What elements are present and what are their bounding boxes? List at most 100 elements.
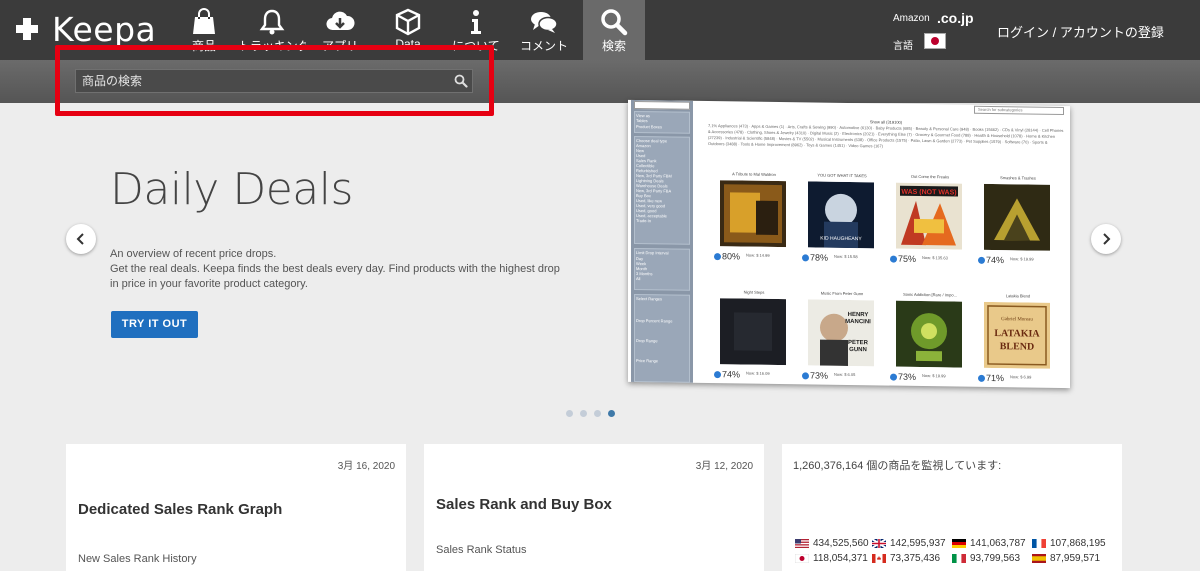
preview-side-text: Price Range bbox=[636, 358, 659, 364]
search-icon[interactable] bbox=[454, 74, 468, 88]
deal-title: YOU GOT WHAT IT TAKES bbox=[817, 172, 867, 179]
top-navigation-bar: Keepa 商品 トラッキング アプリ Data について コメント 検索 Am… bbox=[0, 0, 1200, 60]
preview-subcategory-search: Search for subcategories bbox=[974, 105, 1064, 116]
us-flag-icon bbox=[795, 539, 809, 548]
deal-price: Now: $ 19.99 bbox=[1010, 256, 1034, 262]
keepa-logo[interactable]: Keepa bbox=[16, 8, 156, 50]
deal-price: Now: $ 135.63 bbox=[922, 255, 948, 261]
deal-title: Latakia Blend bbox=[1005, 293, 1031, 299]
preview-deal-item: Night Steps 74% Now: $ 16.09 bbox=[712, 289, 796, 388]
deal-percent: 74% bbox=[714, 369, 740, 379]
deal-title: Music From Peter Gunn bbox=[820, 290, 864, 297]
cover-text: PETER bbox=[848, 340, 869, 346]
card-title[interactable]: Sales Rank and Buy Box bbox=[436, 496, 612, 513]
stat-value: 142,595,937 bbox=[890, 538, 946, 549]
japan-flag-icon[interactable] bbox=[924, 33, 946, 49]
uk-flag-icon bbox=[872, 539, 886, 548]
hero-description: An overview of recent price drops. Get t… bbox=[110, 247, 570, 292]
deal-price: Now: $ 16.09 bbox=[746, 370, 770, 376]
deal-percent: 73% bbox=[802, 370, 828, 380]
deal-price: Now: $ 6.99 bbox=[1010, 374, 1032, 380]
cover-text: KID HAUGHEANY bbox=[820, 236, 862, 243]
carousel-next-button[interactable] bbox=[1091, 224, 1121, 254]
album-cover bbox=[984, 183, 1050, 251]
album-cover bbox=[720, 180, 786, 248]
daily-deals-preview-image: View as Tables Product Boxes Choose deal ty… bbox=[628, 99, 1070, 389]
news-card[interactable]: 3月 12, 2020 Sales Rank and Buy Box Sales… bbox=[424, 444, 764, 571]
preview-side-text: Select Ranges bbox=[636, 296, 663, 302]
preview-categories: Show all (319100) 7,1% Appliances (473) … bbox=[708, 117, 1064, 172]
hero-title: Daily Deals bbox=[110, 164, 353, 215]
stat-uk: 142,595,937 bbox=[872, 538, 952, 549]
germany-flag-icon bbox=[952, 539, 966, 548]
deal-price: Now: $ 14.99 bbox=[746, 252, 770, 258]
stats-card: 1,260,376,164 個の商品を監視しています: 434,525,560 … bbox=[782, 444, 1122, 571]
spain-flag-icon bbox=[1032, 554, 1046, 563]
nav-comments[interactable]: コメント bbox=[510, 0, 578, 60]
preview-side-text: All bbox=[636, 276, 641, 282]
carousel-dot-active[interactable] bbox=[608, 410, 615, 417]
stat-value: 107,868,195 bbox=[1050, 538, 1106, 549]
box-icon bbox=[395, 8, 421, 36]
carousel-prev-button[interactable] bbox=[66, 224, 96, 254]
stats-row: 434,525,560 142,595,937 141,063,787 107,… bbox=[795, 538, 1106, 549]
preview-deal-item: Music From Peter Gunn HENRY MANCINI PETER G… bbox=[800, 290, 884, 388]
try-it-out-button[interactable]: TRY IT OUT bbox=[111, 311, 198, 338]
preview-side-search bbox=[634, 100, 690, 110]
deal-title: Sonic Addiction [Rare / Impo... bbox=[903, 291, 957, 298]
album-cover: KID HAUGHEANY bbox=[808, 181, 874, 249]
deal-price: Now: $ 15.58 bbox=[834, 253, 858, 260]
nav-label: 商品 bbox=[191, 39, 216, 53]
nav-data[interactable]: Data bbox=[374, 0, 442, 60]
album-cover bbox=[720, 298, 786, 366]
stat-value: 73,375,436 bbox=[890, 553, 941, 564]
nav-label: について bbox=[452, 39, 500, 53]
stat-value: 434,525,560 bbox=[813, 538, 869, 549]
preview-side-text: Product Boxes bbox=[636, 124, 663, 130]
preview-deal-item: YOU GOT WHAT IT TAKES KID HAUGHEANY 78% … bbox=[800, 172, 884, 277]
nav-label: コメント bbox=[519, 39, 568, 53]
carousel-dot[interactable] bbox=[580, 410, 587, 417]
canada-flag-icon bbox=[872, 554, 886, 563]
card-title[interactable]: Dedicated Sales Rank Graph bbox=[78, 501, 282, 518]
italy-flag-icon bbox=[952, 554, 966, 563]
nav-tracking[interactable]: トラッキング bbox=[238, 0, 306, 60]
cover-text: Gabriel Moreau bbox=[1001, 317, 1033, 322]
main-nav: 商品 トラッキング アプリ Data について コメント 検索 bbox=[170, 0, 645, 60]
bell-icon bbox=[259, 9, 285, 35]
cover-text: LATAKIA bbox=[994, 328, 1040, 340]
stat-value: 118,054,371 bbox=[813, 553, 868, 564]
nav-products[interactable]: 商品 bbox=[170, 0, 238, 60]
tracked-products-count: 1,260,376,164 個の商品を監視しています: bbox=[793, 460, 1002, 472]
search-box bbox=[75, 69, 473, 93]
stat-fr: 107,868,195 bbox=[1032, 538, 1106, 549]
deal-percent: 78% bbox=[802, 252, 828, 262]
preview-deal-item: Smashes & Trashes 74% Now: $ 19.99 bbox=[976, 175, 1060, 280]
hero-desc-line: in price in your favorite product catego… bbox=[110, 278, 308, 290]
carousel-dot[interactable] bbox=[566, 410, 573, 417]
card-date: 3月 12, 2020 bbox=[695, 461, 753, 472]
cloud-download-icon bbox=[326, 11, 355, 31]
deal-percent: 80% bbox=[714, 251, 740, 261]
cover-text: BLEND bbox=[1000, 341, 1034, 352]
deal-price: Now: $ 6.05 bbox=[834, 371, 856, 378]
shopping-bag-icon bbox=[193, 8, 215, 34]
france-flag-icon bbox=[1032, 539, 1046, 548]
nav-apps[interactable]: アプリ bbox=[306, 0, 374, 60]
cover-text: WAS (NOT WAS) bbox=[901, 189, 956, 197]
domain-selector[interactable]: .co.jp bbox=[937, 10, 974, 26]
preview-deal-item: Sonic Addiction [Rare / Impo... 73% Now:… bbox=[888, 292, 972, 389]
nav-label: 検索 bbox=[601, 39, 626, 53]
stat-de: 141,063,787 bbox=[952, 538, 1032, 549]
deal-title: Smashes & Trashes bbox=[1000, 175, 1036, 181]
album-cover: Gabriel Moreau LATAKIABLEND bbox=[984, 301, 1050, 369]
nav-about[interactable]: について bbox=[442, 0, 510, 60]
nav-search[interactable]: 検索 bbox=[583, 0, 645, 60]
carousel-dot[interactable] bbox=[594, 410, 601, 417]
news-card[interactable]: 3月 16, 2020 Dedicated Sales Rank Graph N… bbox=[66, 444, 406, 571]
product-search-input[interactable] bbox=[76, 70, 446, 92]
card-subtitle: New Sales Rank History bbox=[78, 553, 197, 565]
preview-side-text: Drop Range bbox=[636, 338, 658, 344]
login-link[interactable]: ログイン / アカウントの登録 bbox=[997, 22, 1164, 41]
deal-percent: 73% bbox=[890, 372, 916, 382]
